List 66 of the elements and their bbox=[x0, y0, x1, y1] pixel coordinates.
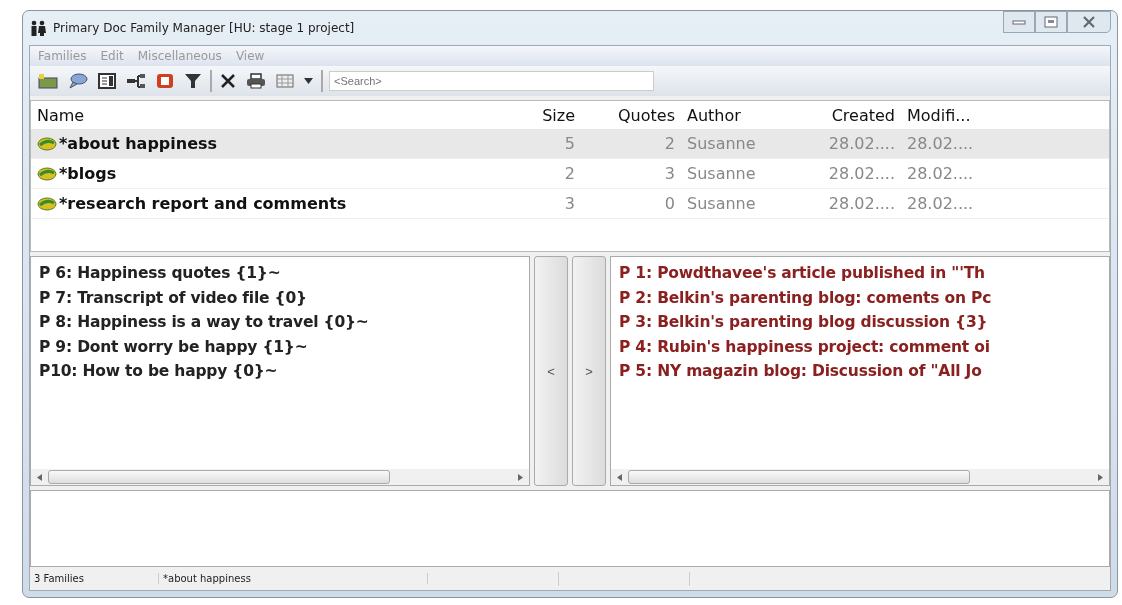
scroll-left-icon[interactable] bbox=[617, 473, 622, 481]
column-header[interactable]: Created bbox=[801, 105, 901, 125]
scroll-right-icon[interactable] bbox=[518, 473, 523, 481]
list-item[interactable]: P 8: Happiness is a way to travel {0}~ bbox=[39, 310, 521, 335]
table-row[interactable]: *blogs 2 3 Susanne 28.02.... 28.02.... bbox=[31, 159, 1109, 189]
table-cell: *about happiness bbox=[59, 134, 218, 153]
table-cell: 2 bbox=[664, 134, 675, 153]
caret-icon[interactable] bbox=[302, 76, 315, 86]
list-item[interactable]: P 7: Transcript of video file {0} bbox=[39, 285, 521, 310]
new-folder-icon[interactable] bbox=[36, 71, 60, 91]
scrollbar[interactable] bbox=[611, 469, 1109, 485]
scroll-right-icon[interactable] bbox=[1098, 473, 1103, 481]
list-item[interactable]: P 1: Powdthavee's article published in "'Th bbox=[619, 261, 1101, 286]
printer-icon[interactable] bbox=[244, 71, 268, 91]
table-row[interactable]: *research report and comments 3 0 Susanne 28.02.... 28.02.... bbox=[31, 189, 1109, 219]
list-item[interactable]: P 3: Belkin's parenting blog discussion {3} bbox=[619, 310, 1101, 335]
tree-icon[interactable] bbox=[124, 71, 148, 91]
close-icon bbox=[1082, 16, 1096, 28]
table-cell: 28.02.... bbox=[907, 134, 974, 153]
column-header[interactable]: Name bbox=[31, 105, 471, 125]
filter-icon[interactable] bbox=[182, 71, 204, 91]
family-icon bbox=[37, 136, 57, 151]
table-cell: 0 bbox=[664, 194, 675, 213]
list-item[interactable]: P 9: Dont worry be happy {1}~ bbox=[39, 334, 521, 359]
table-cell: 28.02.... bbox=[828, 134, 895, 153]
table-cell: Susanne bbox=[687, 194, 756, 213]
table-cell: 3 bbox=[664, 164, 675, 183]
table-cell: 5 bbox=[564, 134, 575, 153]
table-cell: 28.02.... bbox=[828, 164, 895, 183]
list-item[interactable]: P 5: NY magazin blog: Discussion of "All Jo bbox=[619, 359, 1101, 384]
scrollbar[interactable] bbox=[31, 469, 529, 485]
stop-icon[interactable] bbox=[154, 71, 176, 91]
column-header[interactable]: Author bbox=[681, 105, 801, 125]
scroll-left-icon[interactable] bbox=[37, 473, 42, 481]
close-button[interactable] bbox=[1067, 11, 1111, 33]
list-item[interactable]: P 2: Belkin's parenting blog: coments on Pc bbox=[619, 285, 1101, 310]
table-cell: 28.02.... bbox=[907, 164, 974, 183]
family-icon bbox=[37, 166, 57, 181]
list-item[interactable]: P 6: Happiness quotes {1}~ bbox=[39, 261, 521, 286]
column-header[interactable]: Modifi... bbox=[901, 105, 1109, 125]
people-icon bbox=[29, 20, 47, 36]
list-item[interactable]: P10: How to be happy {0}~ bbox=[39, 359, 521, 384]
column-header[interactable]: Size bbox=[471, 105, 581, 125]
status-text: 3 Families bbox=[30, 573, 159, 584]
status-text: *about happiness bbox=[159, 573, 428, 584]
table-cell: 28.02.... bbox=[907, 194, 974, 213]
table-cell: 2 bbox=[564, 164, 575, 183]
family-icon bbox=[37, 196, 57, 211]
speech-bubble-icon[interactable] bbox=[66, 71, 90, 91]
table-cell: *blogs bbox=[59, 164, 117, 183]
table-cell: 3 bbox=[564, 194, 575, 213]
window-title: Primary Doc Family Manager [HU: stage 1 project] bbox=[53, 21, 355, 35]
column-header[interactable]: Quotes bbox=[581, 105, 681, 125]
maximize-button[interactable] bbox=[1035, 11, 1067, 33]
move-left-button[interactable]: < bbox=[534, 256, 568, 486]
table-cell: Susanne bbox=[687, 134, 756, 153]
table-row[interactable]: *about happiness 5 2 Susanne 28.02.... 28.02.... bbox=[31, 129, 1109, 159]
table-cell: Susanne bbox=[687, 164, 756, 183]
document-icon[interactable] bbox=[96, 71, 118, 91]
list-item[interactable]: P 4: Rubin's happiness project: comment oi bbox=[619, 334, 1101, 359]
table-cell: *research report and comments bbox=[59, 194, 347, 213]
search-field[interactable]: <Search> bbox=[329, 71, 654, 91]
maximize-icon bbox=[1044, 16, 1058, 28]
move-right-button[interactable]: > bbox=[572, 256, 606, 486]
minimize-icon bbox=[1012, 18, 1026, 26]
table-cell: 28.02.... bbox=[828, 194, 895, 213]
